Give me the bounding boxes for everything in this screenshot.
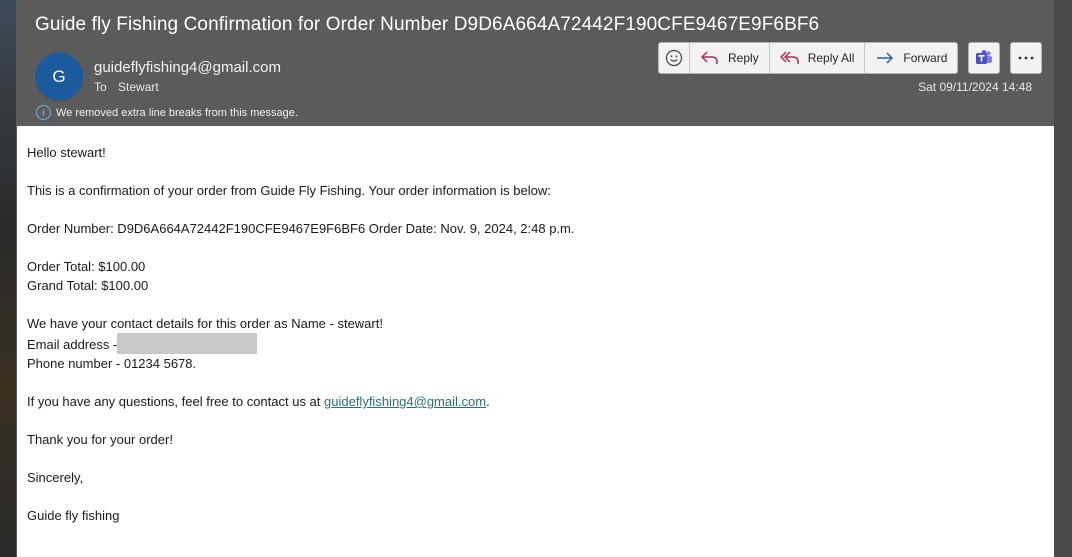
sent-date: Sat 09/11/2024 14:48	[918, 80, 1032, 94]
scrollbar-track[interactable]	[1054, 0, 1072, 557]
phone-number-line: Phone number - 01234 5678.	[27, 356, 197, 371]
message-body-text: Hello stewart! This is a confirmation of…	[27, 143, 575, 544]
reply-arrow-icon	[701, 51, 718, 64]
questions-line: If you have any questions, feel free to …	[27, 392, 575, 411]
signature-text: Guide fly fishing	[27, 508, 120, 523]
questions-suffix: .	[486, 394, 490, 409]
intro-text: This is a confirmation of your order fro…	[27, 183, 551, 198]
contact-email-link[interactable]: guideflyfishing4@gmail.com	[324, 394, 486, 409]
info-icon: i	[36, 105, 51, 120]
more-options-icon	[1018, 56, 1034, 60]
forward-label: Forward	[903, 51, 948, 65]
order-total: Order Total: $100.00	[27, 259, 146, 274]
forward-button[interactable]: Forward	[865, 43, 957, 73]
sincerely-text: Sincerely,	[27, 470, 84, 485]
message-body: Hello stewart! This is a confirmation of…	[17, 126, 1054, 557]
to-label: To	[94, 80, 107, 94]
order-number-line: Order Number: D9D6A664A72442F190CFE9467E…	[27, 221, 575, 236]
reply-all-label: Reply All	[807, 51, 855, 65]
reply-button-group: Reply Reply All Forward	[658, 42, 959, 74]
smiley-icon	[665, 49, 683, 67]
greeting-text: Hello stewart!	[27, 145, 106, 160]
avatar-initial: G	[52, 67, 66, 86]
teams-icon	[976, 50, 993, 64]
message-header: Guide fly Fishing Confirmation for Order…	[16, 0, 1054, 126]
teams-share-button[interactable]	[968, 42, 1001, 74]
thanks-text: Thank you for your order!	[27, 432, 173, 447]
totals-block: Order Total: $100.00 Grand Total: $100.0…	[27, 257, 575, 295]
background-window-edge-left	[0, 0, 16, 557]
contact-block: We have your contact details for this or…	[27, 314, 575, 373]
info-bar[interactable]: i We removed extra line breaks from this…	[36, 105, 298, 120]
forward-arrow-icon	[877, 52, 894, 64]
recipient-line: To Stewart	[94, 80, 159, 94]
sender-address[interactable]: guideflyfishing4@gmail.com	[94, 59, 281, 76]
info-text: We removed extra line breaks from this m…	[56, 106, 298, 119]
message-subject: Guide fly Fishing Confirmation for Order…	[35, 14, 820, 35]
reply-all-arrow-icon	[779, 51, 799, 64]
reply-button[interactable]: Reply	[690, 43, 770, 73]
redacted-email-block	[117, 333, 258, 354]
message-toolbar: Reply Reply All Forward	[658, 42, 1043, 74]
email-reading-window: Guide fly Fishing Confirmation for Order…	[0, 0, 1072, 557]
sender-avatar[interactable]: G	[35, 53, 83, 101]
recipient-name[interactable]: Stewart	[118, 80, 159, 94]
email-address-label: Email address -	[27, 337, 118, 352]
reply-all-button[interactable]: Reply All	[770, 43, 866, 73]
questions-text: If you have any questions, feel free to …	[27, 394, 325, 409]
reply-label: Reply	[728, 51, 759, 65]
contact-name-line: We have your contact details for this or…	[27, 316, 383, 331]
emoji-reaction-button[interactable]	[659, 43, 690, 73]
more-actions-button[interactable]	[1010, 42, 1043, 74]
grand-total: Grand Total: $100.00	[27, 278, 149, 293]
